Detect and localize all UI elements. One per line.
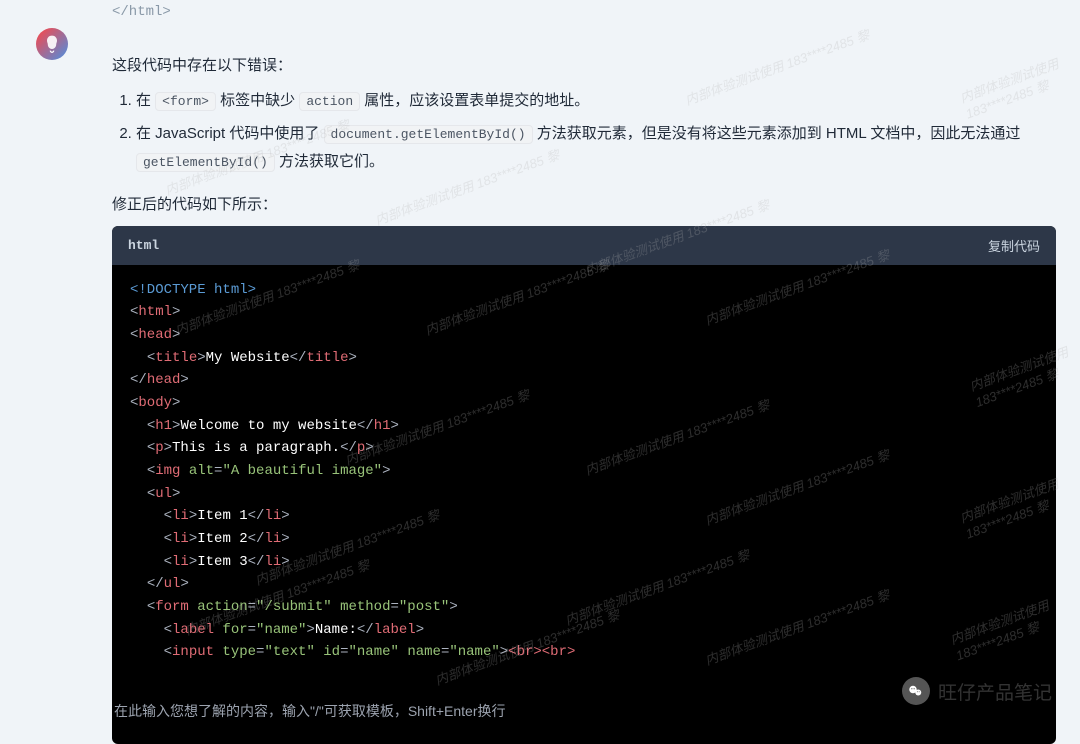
previous-code-fragment: </html> [112,0,1056,28]
code-block: html 复制代码 <!DOCTYPE html> <html> <head> … [112,226,1056,744]
code-content[interactable]: <!DOCTYPE html> <html> <head> <title>My … [112,265,1056,744]
error-item-2: 在 JavaScript 代码中使用了 document.getElementB… [136,120,1056,177]
chat-input-placeholder[interactable]: 在此输入您想了解的内容，输入"/"可获取模板，Shift+Enter换行 [114,701,505,721]
error-item-1: 在 <form> 标签中缺少 action 属性，应该设置表单提交的地址。 [136,87,1056,116]
code-header: html 复制代码 [112,226,1056,265]
brand-footer: 旺仔产品笔记 [902,677,1052,705]
wechat-icon [902,677,930,705]
copy-code-button[interactable]: 复制代码 [988,236,1040,255]
error-intro: 这段代码中存在以下错误： [112,52,1056,79]
code-language-label: html [128,238,159,253]
inline-code: document.getElementById() [324,125,533,144]
inline-code: getElementById() [136,153,275,172]
brand-name: 旺仔产品笔记 [938,678,1052,705]
corrected-label: 修正后的代码如下所示： [112,193,1056,214]
assistant-avatar [36,28,68,60]
inline-code: action [299,92,360,111]
inline-code: <form> [155,92,216,111]
error-list: 在 <form> 标签中缺少 action 属性，应该设置表单提交的地址。 在 … [136,87,1056,177]
